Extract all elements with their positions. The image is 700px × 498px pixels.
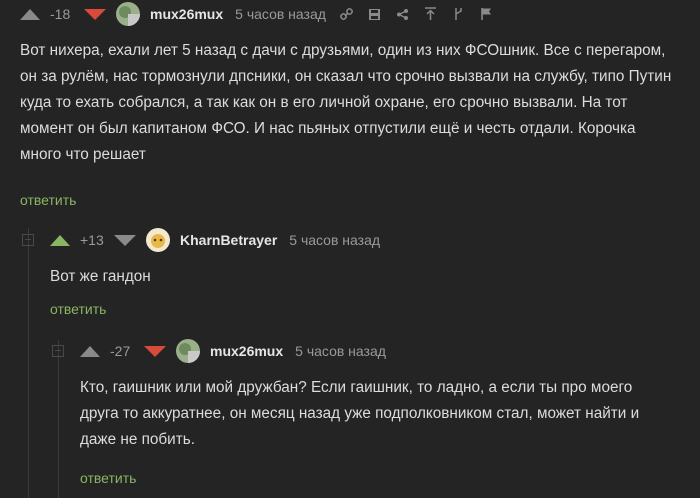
downvote-button[interactable]: [144, 345, 166, 357]
comment-text: Вот нихера, ехали лет 5 назад с дачи с д…: [20, 42, 672, 163]
thread-line[interactable]: [28, 228, 29, 498]
upvote-button[interactable]: [50, 234, 70, 246]
comment-rating: +13: [80, 232, 104, 248]
avatar[interactable]: [176, 339, 200, 363]
author-name[interactable]: mux26mux: [210, 343, 283, 359]
flag-icon[interactable]: [480, 7, 494, 21]
comment-time[interactable]: 5 часов назад: [289, 232, 380, 248]
downvote-button[interactable]: [84, 8, 106, 20]
comment-time[interactable]: 5 часов назад: [235, 6, 326, 22]
comment-rating: -27: [110, 343, 131, 359]
comment-header: +13 KharnBetrayer 5 часов назад: [50, 228, 380, 252]
comment-header: -27 mux26mux 5 часов назад: [80, 339, 386, 363]
reply-button[interactable]: ответить: [80, 470, 136, 486]
thread-line[interactable]: [58, 340, 59, 498]
downvote-button[interactable]: [114, 234, 136, 246]
author-name[interactable]: mux26mux: [150, 6, 223, 22]
comment-time[interactable]: 5 часов назад: [295, 343, 386, 359]
upvote-button[interactable]: [20, 8, 40, 20]
reply-button[interactable]: ответить: [50, 301, 106, 317]
author-name[interactable]: KharnBetrayer: [180, 232, 277, 248]
collapse-toggle[interactable]: [22, 234, 34, 246]
comment-text: Кто, гаишник или мой дружбан? Если гаишн…: [80, 379, 640, 448]
upvote-button[interactable]: [80, 345, 100, 357]
share-icon[interactable]: [396, 7, 410, 21]
reply-button[interactable]: ответить: [20, 192, 76, 208]
avatar[interactable]: [116, 2, 140, 26]
comment-text: Вот же гандон: [50, 268, 151, 285]
save-icon[interactable]: [368, 7, 382, 21]
branch-icon[interactable]: [452, 7, 466, 21]
link-icon[interactable]: [340, 7, 354, 21]
collapse-toggle[interactable]: [52, 345, 64, 357]
comment-header: -18 mux26mux 5 часов назад: [20, 2, 494, 26]
avatar[interactable]: [146, 228, 170, 252]
comment-rating: -18: [50, 6, 71, 22]
go-to-parent-icon[interactable]: [424, 7, 438, 21]
